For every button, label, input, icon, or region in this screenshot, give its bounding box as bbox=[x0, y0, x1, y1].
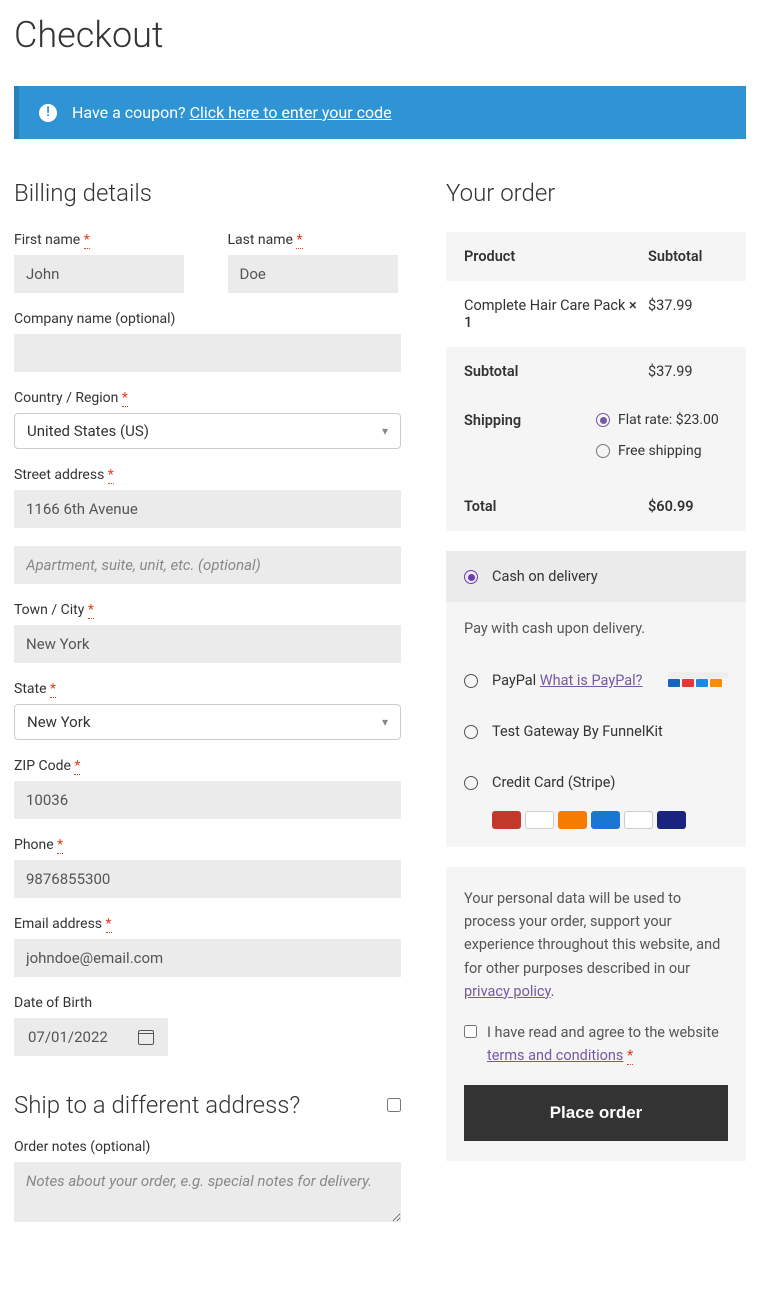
privacy-section: Your personal data will be used to proce… bbox=[446, 867, 746, 1161]
payment-stripe[interactable]: Credit Card (Stripe) bbox=[446, 757, 746, 847]
radio-icon bbox=[464, 725, 478, 739]
discover-icon bbox=[558, 811, 587, 829]
payment-cod-desc: Pay with cash upon delivery. bbox=[446, 602, 746, 655]
coupon-link[interactable]: Click here to enter your code bbox=[190, 103, 392, 122]
state-label: State * bbox=[14, 681, 401, 697]
amex-icon bbox=[591, 811, 620, 829]
street-label: Street address * bbox=[14, 467, 401, 483]
street2-field[interactable] bbox=[14, 546, 401, 584]
company-field[interactable] bbox=[14, 334, 401, 372]
last-name-field[interactable] bbox=[228, 255, 398, 293]
email-field[interactable] bbox=[14, 939, 401, 977]
dob-label: Date of Birth bbox=[14, 995, 401, 1011]
phone-field[interactable] bbox=[14, 860, 401, 898]
radio-icon bbox=[464, 570, 478, 584]
paypal-logo bbox=[668, 672, 728, 688]
payment-cod-label: Cash on delivery bbox=[492, 568, 598, 585]
subtotal-value: $37.99 bbox=[648, 363, 728, 380]
subtotal-header: Subtotal bbox=[648, 248, 728, 265]
shipping-label: Shipping bbox=[464, 412, 596, 466]
terms-link[interactable]: terms and conditions bbox=[487, 1047, 623, 1064]
product-header: Product bbox=[464, 248, 648, 265]
subtotal-label: Subtotal bbox=[464, 363, 648, 380]
first-name-label: First name * bbox=[14, 232, 188, 248]
ship-different-checkbox[interactable] bbox=[387, 1098, 401, 1112]
billing-heading: Billing details bbox=[14, 179, 401, 207]
shipping-option-free[interactable]: Free shipping bbox=[596, 443, 728, 459]
coupon-banner: ! Have a coupon? Click here to enter you… bbox=[14, 86, 746, 139]
radio-icon bbox=[596, 444, 610, 458]
dob-value: 07/01/2022 bbox=[28, 1028, 108, 1046]
last-name-label: Last name * bbox=[228, 232, 402, 248]
coupon-text: Have a coupon? Click here to enter your … bbox=[72, 103, 392, 122]
street-field[interactable] bbox=[14, 490, 401, 528]
shipping-flat-label: Flat rate: $23.00 bbox=[618, 412, 719, 428]
payment-methods: Cash on delivery Pay with cash upon deli… bbox=[446, 551, 746, 847]
radio-icon bbox=[464, 776, 478, 790]
terms-text: I have read and agree to the website ter… bbox=[487, 1021, 728, 1067]
first-name-field[interactable] bbox=[14, 255, 184, 293]
email-label: Email address * bbox=[14, 916, 401, 932]
payment-stripe-label: Credit Card (Stripe) bbox=[492, 774, 615, 791]
product-price: $37.99 bbox=[648, 297, 728, 331]
city-label: Town / City * bbox=[14, 602, 401, 618]
shipping-free-label: Free shipping bbox=[618, 443, 702, 459]
paypal-help-link[interactable]: What is PayPal? bbox=[540, 672, 643, 689]
page-title: Checkout bbox=[14, 14, 746, 56]
payment-funnelkit[interactable]: Test Gateway By FunnelKit bbox=[446, 706, 746, 757]
total-value: $60.99 bbox=[648, 498, 728, 515]
company-label: Company name (optional) bbox=[14, 311, 401, 327]
unionpay-icon bbox=[492, 811, 521, 829]
country-select[interactable]: United States (US) bbox=[14, 413, 401, 449]
privacy-policy-link[interactable]: privacy policy bbox=[464, 983, 551, 1000]
coupon-prefix: Have a coupon? bbox=[72, 103, 190, 122]
info-icon: ! bbox=[39, 104, 57, 122]
order-heading: Your order bbox=[446, 179, 746, 207]
payment-cod[interactable]: Cash on delivery bbox=[446, 551, 746, 602]
card-icons bbox=[492, 811, 728, 829]
order-notes-field[interactable] bbox=[14, 1162, 401, 1222]
phone-label: Phone * bbox=[14, 837, 401, 853]
radio-icon bbox=[596, 413, 610, 427]
total-label: Total bbox=[464, 498, 648, 515]
state-select[interactable]: New York bbox=[14, 704, 401, 740]
notes-label: Order notes (optional) bbox=[14, 1139, 401, 1155]
terms-checkbox[interactable] bbox=[464, 1025, 477, 1038]
order-summary: Product Subtotal Complete Hair Care Pack… bbox=[446, 232, 746, 531]
radio-icon bbox=[464, 674, 478, 688]
payment-paypal[interactable]: PayPal What is PayPal? bbox=[446, 655, 746, 706]
privacy-text: Your personal data will be used to proce… bbox=[464, 890, 720, 977]
ship-heading: Ship to a different address? bbox=[14, 1091, 300, 1119]
country-label: Country / Region * bbox=[14, 390, 401, 406]
product-name: Complete Hair Care Pack × 1 bbox=[464, 297, 648, 331]
mastercard-icon bbox=[624, 811, 653, 829]
calendar-icon bbox=[138, 1030, 154, 1045]
city-field[interactable] bbox=[14, 625, 401, 663]
payment-funnelkit-label: Test Gateway By FunnelKit bbox=[492, 723, 663, 740]
zip-field[interactable] bbox=[14, 781, 401, 819]
jcb-icon bbox=[525, 811, 554, 829]
dob-field[interactable]: 07/01/2022 bbox=[14, 1018, 168, 1056]
shipping-option-flat[interactable]: Flat rate: $23.00 bbox=[596, 412, 728, 428]
place-order-button[interactable]: Place order bbox=[464, 1085, 728, 1141]
zip-label: ZIP Code * bbox=[14, 758, 401, 774]
payment-paypal-label: PayPal What is PayPal? bbox=[492, 672, 643, 689]
visa-icon bbox=[657, 811, 686, 829]
